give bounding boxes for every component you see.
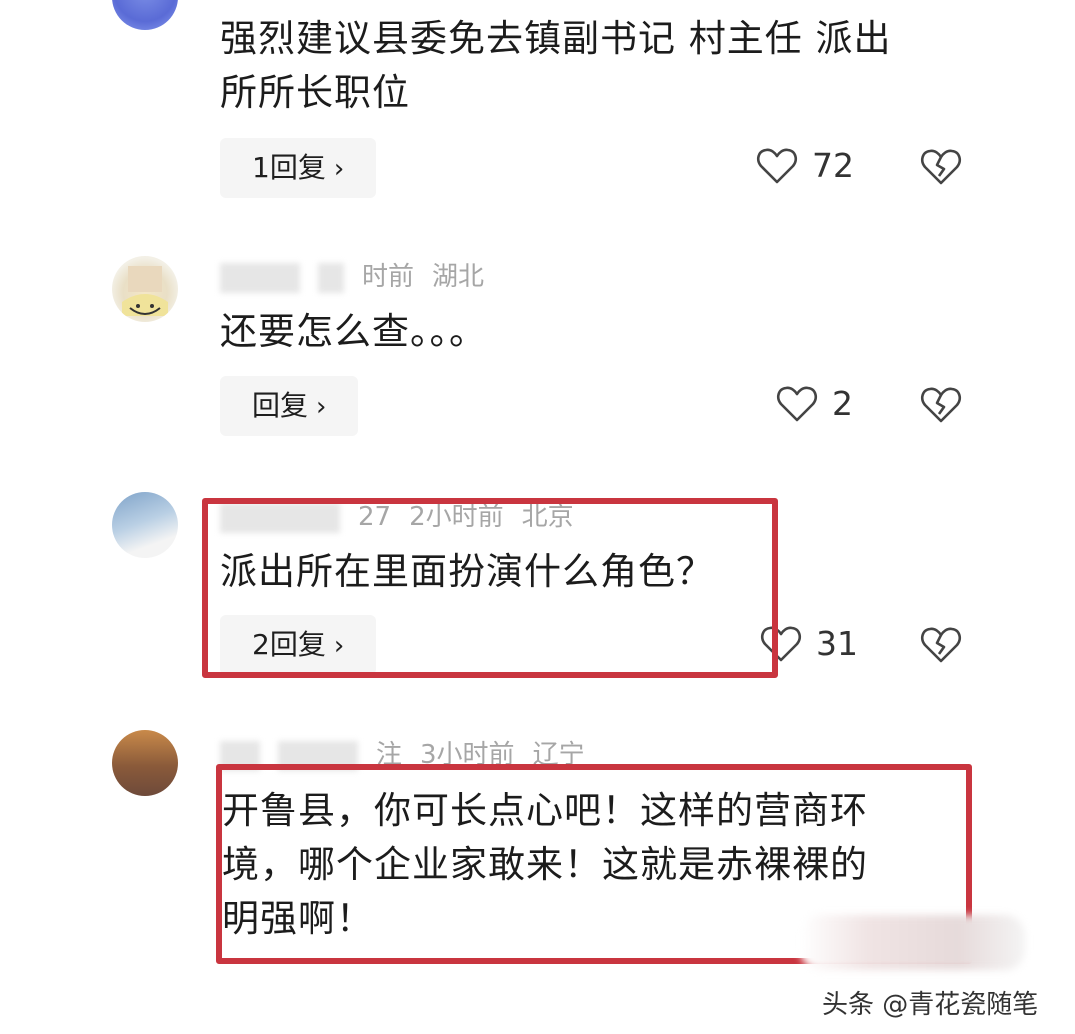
dislike-button[interactable]	[920, 626, 962, 668]
dislike-button[interactable]	[920, 386, 962, 428]
chevron-right-icon: ›	[333, 154, 345, 184]
heart-icon	[776, 386, 818, 421]
avatar[interactable]	[112, 0, 178, 30]
like-button[interactable]: 72	[756, 146, 854, 185]
comment-meta: 时前 湖北	[220, 256, 502, 293]
comment-location: 湖北	[432, 262, 485, 292]
blurred-region	[800, 915, 1025, 970]
reply-button[interactable]: 回复 ›	[220, 376, 359, 436]
cartoon-avatar-icon	[122, 266, 168, 316]
broken-heart-icon	[920, 627, 962, 663]
like-button[interactable]: 2	[776, 384, 853, 423]
comment-time: 时前	[362, 262, 415, 292]
broken-heart-icon	[920, 149, 962, 185]
like-count: 2	[832, 384, 853, 423]
like-count: 31	[816, 624, 858, 663]
like-count: 72	[812, 146, 854, 185]
avatar[interactable]	[112, 730, 178, 796]
highlight-box	[202, 498, 778, 678]
watermark: 头条 @青花瓷随笔	[822, 990, 1039, 1020]
reply-button[interactable]: 1回复 ›	[220, 138, 377, 198]
chevron-right-icon: ›	[316, 392, 327, 422]
broken-heart-icon	[920, 387, 962, 423]
heart-icon	[756, 148, 798, 183]
comment-text: 强烈建议县委免去镇副书记 村主任 派出 所所长职位	[220, 17, 892, 114]
avatar[interactable]	[112, 256, 178, 322]
dislike-button[interactable]	[920, 148, 962, 190]
comment-text: 还要怎么查。。。	[220, 310, 487, 353]
avatar[interactable]	[112, 492, 178, 558]
